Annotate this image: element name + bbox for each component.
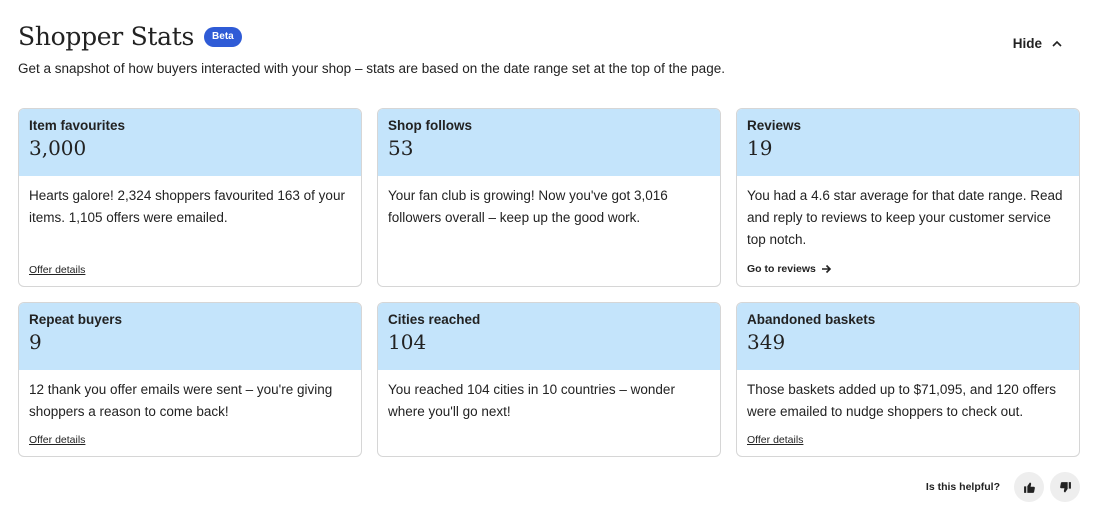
card-label: Cities reached (388, 312, 481, 327)
beta-badge: Beta (204, 26, 242, 47)
card-value: 19 (747, 136, 773, 160)
card-value: 349 (747, 330, 786, 354)
offer-details-link[interactable]: Offer details (747, 434, 803, 446)
card-body: 12 thank you offer emails were sent – yo… (29, 382, 333, 419)
thumbs-up-icon (1023, 482, 1035, 493)
card-header: Abandoned baskets 349 (737, 303, 1079, 370)
hide-label: Hide (1012, 36, 1042, 51)
arrow-right-icon (821, 264, 831, 274)
thumbs-down-button[interactable] (1050, 472, 1080, 502)
stat-card-abandoned-baskets: Abandoned baskets 349 Those baskets adde… (736, 302, 1080, 457)
card-body: Those baskets added up to $71,095, and 1… (747, 382, 1056, 419)
offer-details-link[interactable]: Offer details (29, 434, 85, 446)
card-label: Item favourites (29, 118, 126, 133)
card-body: Your fan club is growing! Now you've got… (388, 188, 668, 225)
card-label: Reviews (747, 118, 802, 133)
title-row: Shopper Stats Beta (18, 22, 1080, 51)
shopper-stats-header: Shopper Stats Beta Get a snapshot of how… (18, 22, 1080, 82)
card-body: Hearts galore! 2,324 shoppers favourited… (29, 188, 345, 225)
stat-card-reviews: Reviews 19 You had a 4.6 star average fo… (736, 108, 1080, 287)
go-to-reviews-link[interactable]: Go to reviews (747, 263, 832, 275)
thumbs-up-button[interactable] (1014, 472, 1044, 502)
page-subtitle: Get a snapshot of how buyers interacted … (18, 61, 725, 76)
card-label: Repeat buyers (29, 312, 123, 327)
hide-button[interactable]: Hide (1013, 36, 1062, 51)
card-header: Shop follows 53 (378, 109, 720, 176)
card-value: 9 (29, 330, 42, 354)
page-title: Shopper Stats (18, 22, 195, 51)
card-label: Shop follows (388, 118, 472, 133)
card-label: Abandoned baskets (747, 312, 876, 327)
thumbs-down-icon (1059, 481, 1071, 492)
card-header: Item favourites 3,000 (19, 109, 361, 176)
go-to-reviews-label: Go to reviews (747, 263, 816, 275)
card-header: Cities reached 104 (378, 303, 720, 370)
card-header: Repeat buyers 9 (19, 303, 361, 370)
stat-card-cities-reached: Cities reached 104 You reached 104 citie… (377, 302, 721, 457)
card-value: 104 (388, 330, 427, 354)
feedback-label: Is this helpful? (925, 481, 1000, 493)
stat-card-item-favourites: Item favourites 3,000 Hearts galore! 2,3… (18, 108, 362, 287)
offer-details-link[interactable]: Offer details (29, 264, 85, 276)
stat-card-shop-follows: Shop follows 53 Your fan club is growing… (377, 108, 721, 287)
stat-card-repeat-buyers: Repeat buyers 9 12 thank you offer email… (18, 302, 362, 457)
card-body: You reached 104 cities in 10 countries –… (388, 382, 675, 419)
card-value: 53 (388, 136, 414, 160)
chevron-up-icon (1052, 40, 1062, 47)
card-value: 3,000 (29, 136, 87, 160)
card-body: You had a 4.6 star average for that date… (747, 188, 1063, 247)
feedback-bar: Is this helpful? (926, 472, 1080, 502)
card-header: Reviews 19 (737, 109, 1079, 176)
